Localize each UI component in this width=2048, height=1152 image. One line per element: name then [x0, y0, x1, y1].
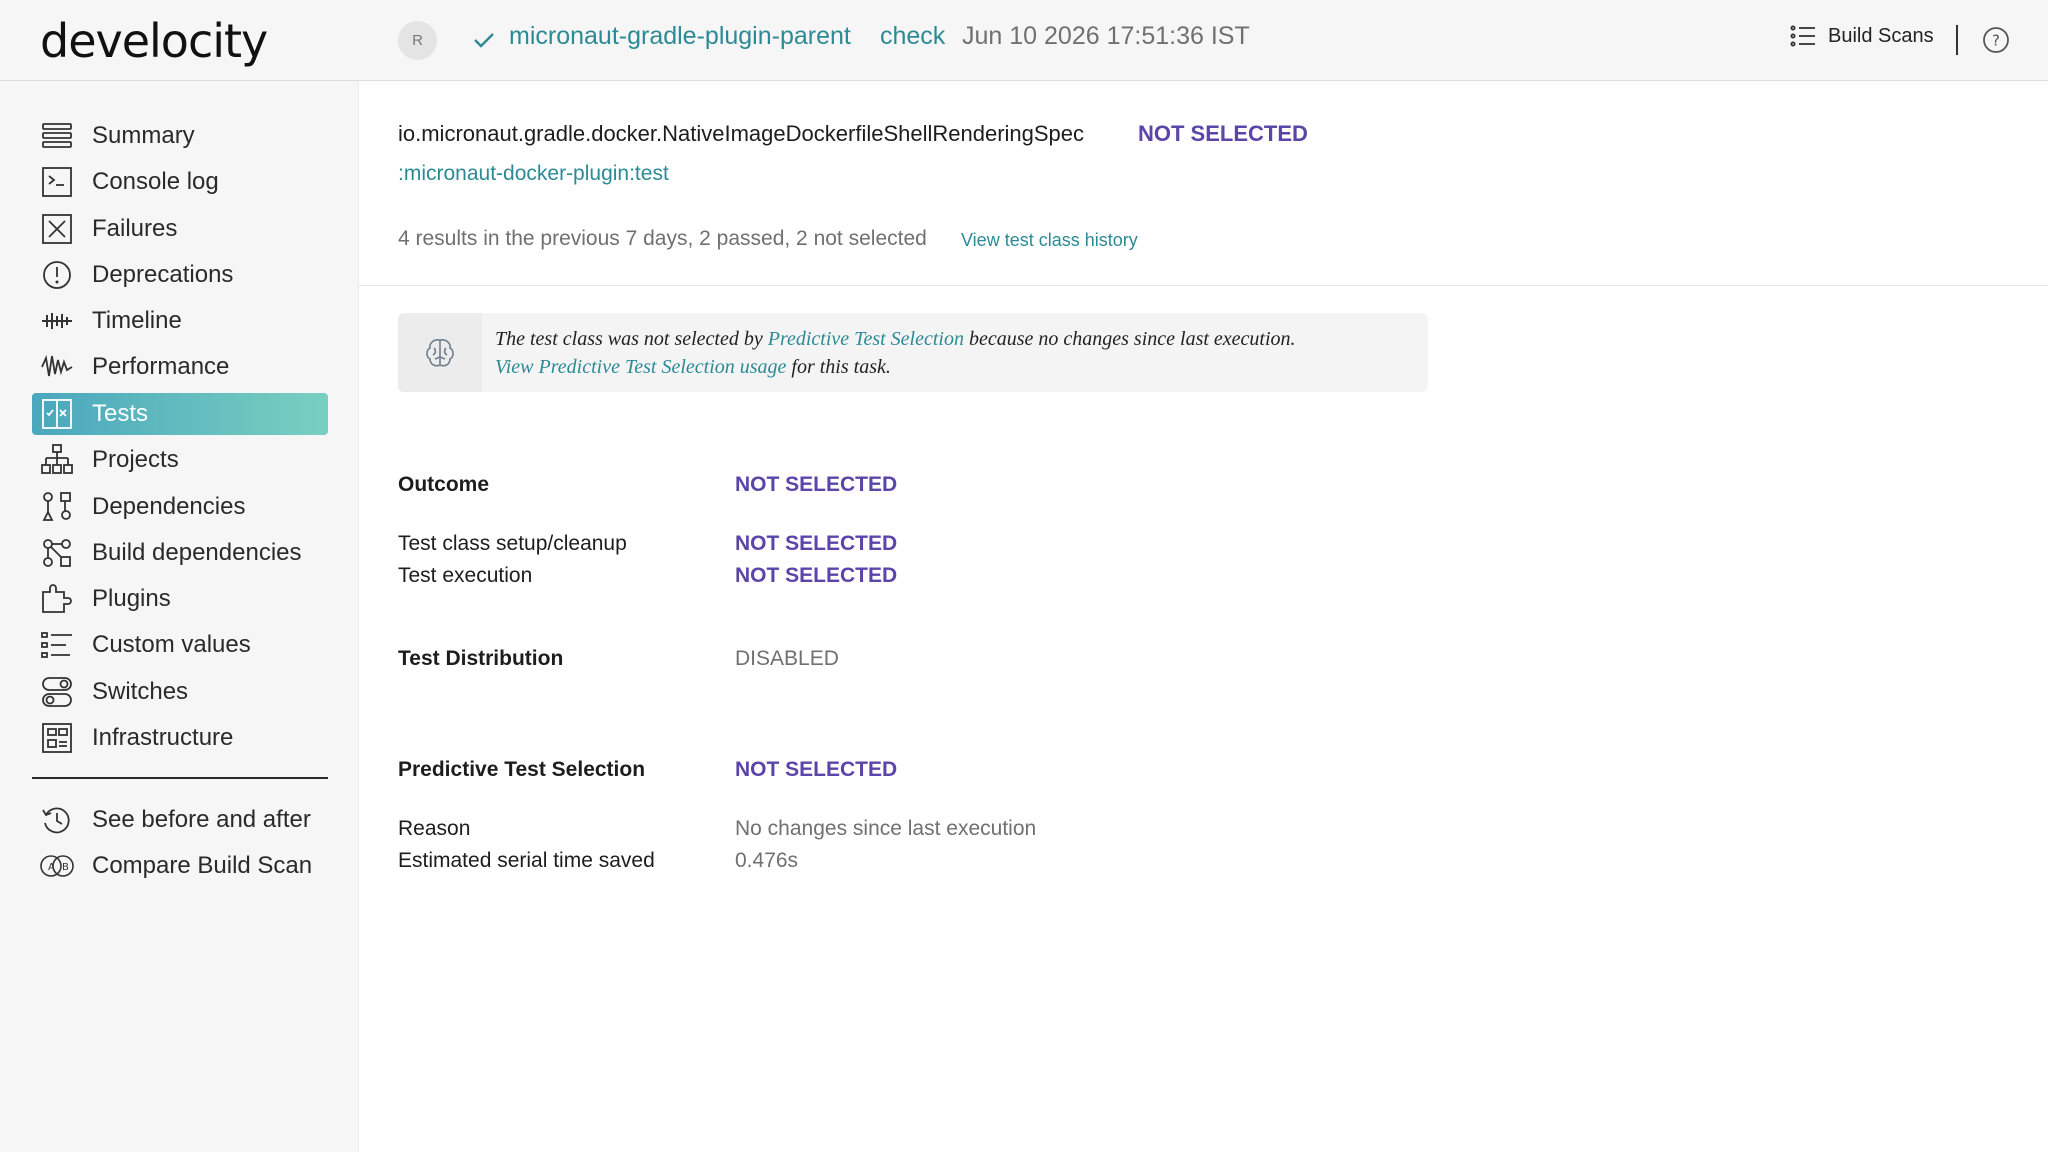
compare-icon: AB [40, 855, 74, 877]
summary-icon [42, 123, 72, 148]
build-dependencies-icon [43, 539, 71, 567]
sidebar-item-failures[interactable]: Failures [32, 208, 328, 250]
test-class-name: io.micronaut.gradle.docker.NativeImageDo… [398, 121, 1085, 146]
view-pts-usage-link[interactable]: View Predictive Test Selection usage [495, 356, 786, 378]
test-execution-value: NOT SELECTED [735, 564, 898, 587]
sidebar-item-timeline[interactable]: Timeline [32, 300, 328, 342]
sidebar-item-label: See before and after [92, 806, 311, 833]
sidebar: Summary Console log Failures Deprecation… [0, 81, 359, 1152]
sidebar-item-label: Summary [92, 122, 195, 149]
sidebar-item-label: Tests [92, 400, 149, 427]
dependencies-icon [42, 492, 71, 521]
test-execution-label: Test execution [398, 564, 533, 587]
sidebar-item-label: Compare Build Scan [92, 852, 313, 879]
build-date: Jun 10 2026 17:51:36 IST [962, 22, 1250, 50]
console-icon [42, 167, 72, 197]
results-summary: 4 results in the previous 7 days, 2 pass… [398, 227, 927, 250]
infrastructure-icon [42, 723, 72, 753]
switches-icon [42, 677, 72, 707]
sidebar-item-see-before-after[interactable]: See before and after [32, 799, 328, 841]
sidebar-item-projects[interactable]: Projects [32, 439, 328, 481]
test-distribution-value: DISABLED [735, 647, 839, 670]
time-saved-value: 0.476s [735, 849, 799, 872]
header-divider [1956, 25, 1958, 55]
setup-cleanup-label: Test class setup/cleanup [398, 532, 627, 555]
outcome-label: Outcome [398, 473, 490, 496]
sidebar-item-label: Projects [92, 446, 179, 473]
tests-icon [42, 399, 72, 429]
sidebar-item-performance[interactable]: Performance [32, 346, 328, 388]
help-icon[interactable]: ? [1982, 26, 2010, 54]
test-distribution-label: Test Distribution [398, 647, 564, 670]
outcome-value: NOT SELECTED [735, 473, 898, 496]
section-divider [359, 285, 2048, 286]
predictive-test-selection-link[interactable]: Predictive Test Selection [768, 328, 964, 350]
sidebar-item-build-dependencies[interactable]: Build dependencies [32, 532, 328, 574]
sidebar-item-label: Plugins [92, 585, 171, 612]
timeline-icon [42, 313, 72, 329]
sidebar-item-plugins[interactable]: Plugins [32, 578, 328, 620]
banner-text-post: because no changes since last execution. [963, 328, 1296, 350]
sidebar-item-dependencies[interactable]: Dependencies [32, 486, 328, 528]
time-saved-label: Estimated serial time saved [398, 849, 655, 872]
list-icon [1790, 25, 1815, 47]
banner-icon-panel [398, 313, 482, 392]
svg-text:B: B [62, 862, 69, 873]
task-name-link[interactable]: check [880, 22, 945, 51]
sidebar-item-label: Deprecations [92, 261, 234, 288]
success-check-icon [474, 33, 494, 48]
task-path-link[interactable]: :micronaut-docker-plugin:test [398, 162, 669, 186]
sidebar-item-label: Timeline [92, 307, 182, 334]
pts-info-banner: The test class was not selected by Predi… [398, 313, 1428, 392]
svg-text:A: A [48, 862, 55, 873]
sidebar-item-compare-build-scan[interactable]: AB Compare Build Scan [32, 845, 328, 887]
pts-value: NOT SELECTED [735, 758, 898, 781]
build-scans-label: Build Scans [1828, 24, 1934, 47]
sidebar-item-infrastructure[interactable]: Infrastructure [32, 717, 328, 759]
sidebar-item-label: Custom values [92, 631, 251, 658]
sidebar-item-label: Build dependencies [92, 539, 302, 566]
banner-text-pre: The test class was not selected by [495, 328, 768, 350]
sidebar-item-label: Console log [92, 168, 219, 195]
main-content: io.micronaut.gradle.docker.NativeImageDo… [359, 81, 2048, 1152]
reason-label: Reason [398, 817, 471, 840]
sidebar-item-label: Switches [92, 678, 189, 705]
sidebar-item-label: Performance [92, 353, 230, 380]
setup-cleanup-value: NOT SELECTED [735, 532, 898, 555]
banner-message: The test class was not selected by Predi… [495, 325, 1296, 381]
sidebar-item-label: Failures [92, 215, 178, 242]
pts-label: Predictive Test Selection [398, 758, 646, 781]
sidebar-item-label: Infrastructure [92, 724, 234, 751]
sidebar-item-label: Dependencies [92, 493, 246, 520]
plugins-icon [42, 584, 72, 613]
sidebar-item-switches[interactable]: Switches [32, 671, 328, 713]
sidebar-item-console-log[interactable]: Console log [32, 161, 328, 203]
failures-icon [42, 214, 72, 244]
avatar[interactable]: R [398, 21, 437, 60]
build-scans-button[interactable]: Build Scans [1790, 24, 1934, 48]
sidebar-item-summary[interactable]: Summary [32, 115, 328, 157]
custom-values-icon [41, 632, 72, 658]
view-test-class-history-link[interactable]: View test class history [961, 230, 1138, 251]
test-class-outcome-badge: NOT SELECTED [1138, 121, 1308, 146]
history-icon [42, 807, 70, 834]
develocity-logo[interactable]: develocity [40, 14, 268, 68]
performance-icon [41, 354, 73, 377]
reason-value: No changes since last execution [735, 817, 1037, 840]
brain-icon [426, 338, 454, 367]
sidebar-item-tests[interactable]: Tests [32, 393, 328, 435]
deprecations-icon [43, 261, 71, 289]
sidebar-item-deprecations[interactable]: Deprecations [32, 254, 328, 296]
svg-text:?: ? [1992, 32, 2000, 50]
sidebar-divider [32, 777, 328, 779]
project-name-link[interactable]: micronaut-gradle-plugin-parent [509, 22, 851, 51]
sidebar-item-custom-values[interactable]: Custom values [32, 624, 328, 666]
top-header: develocity R micronaut-gradle-plugin-par… [0, 0, 2048, 81]
projects-icon [41, 444, 73, 474]
banner-text-post2: for this task. [786, 356, 891, 378]
